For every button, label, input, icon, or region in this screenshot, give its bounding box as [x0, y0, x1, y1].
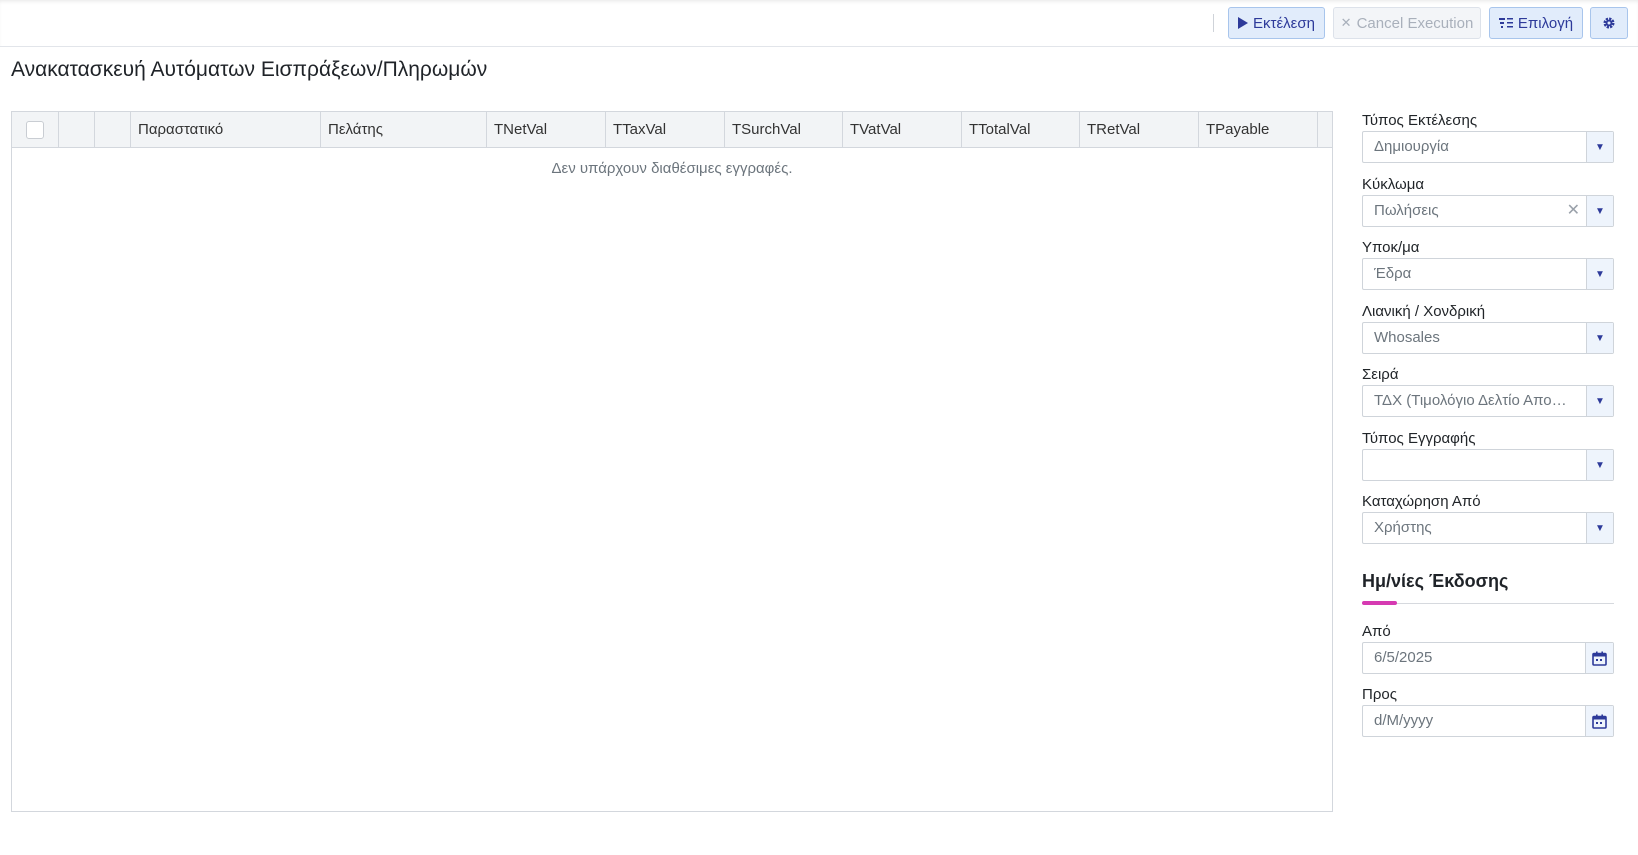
branch-value: Έδρα	[1374, 265, 1412, 282]
execution-type-value: Δημιουργία	[1374, 138, 1449, 155]
registered-by-value: Χρήστης	[1374, 519, 1432, 536]
from-date-value: 6/5/2025	[1374, 649, 1433, 666]
to-date-input[interactable]: d/M/yyyy	[1362, 705, 1614, 737]
retail-wholesale-value: Whosales	[1374, 329, 1440, 346]
series-value: ΤΔΧ (Τιμολόγιο Δελτίο Αποστολής Χονδρική…	[1374, 392, 1574, 409]
retail-wholesale-label: Λιανική / Χονδρική	[1362, 303, 1486, 320]
select-button-label: Επιλογή	[1517, 14, 1574, 32]
series-select[interactable]: ΤΔΧ (Τιμολόγιο Δελτίο Αποστολής Χονδρική…	[1362, 385, 1614, 417]
execute-button-label: Εκτέλεση	[1253, 14, 1315, 32]
caret-down-icon[interactable]: ▼	[1586, 196, 1613, 226]
column-header-customer[interactable]: Πελάτης	[321, 112, 487, 147]
cancel-execution-button[interactable]: ✕ Cancel Execution	[1333, 7, 1481, 39]
column-header-tretval[interactable]: TRetVal	[1080, 112, 1199, 147]
select-all-cell	[12, 112, 59, 147]
branch-label: Υποκ/μα	[1362, 239, 1420, 256]
circuit-select[interactable]: Πωλήσεις ✕ ▼	[1362, 195, 1614, 227]
cancel-execution-label: Cancel Execution	[1356, 14, 1474, 32]
clear-icon[interactable]: ✕	[1567, 196, 1580, 226]
grid-header-blank-2	[95, 112, 131, 147]
to-date-label: Προς	[1362, 686, 1397, 703]
entry-type-select[interactable]: ▼	[1362, 449, 1614, 481]
filter-list-icon	[1498, 17, 1513, 29]
select-button[interactable]: Επιλογή	[1489, 7, 1583, 39]
caret-down-icon[interactable]: ▼	[1586, 386, 1613, 416]
data-grid: Παραστατικό Πελάτης TNetVal TTaxVal TSur…	[11, 111, 1333, 812]
to-date-placeholder: d/M/yyyy	[1374, 712, 1434, 729]
execute-button[interactable]: Εκτέλεση	[1228, 7, 1325, 39]
column-header-tsurchval[interactable]: TSurchVal	[725, 112, 843, 147]
execution-type-label: Τύπος Εκτέλεσης	[1362, 112, 1478, 129]
column-header-ttaxval[interactable]: TTaxVal	[606, 112, 725, 147]
column-header-tpayable[interactable]: TPayable	[1199, 112, 1318, 147]
caret-down-icon[interactable]: ▼	[1586, 259, 1613, 289]
circuit-label: Κύκλωμα	[1362, 176, 1425, 193]
from-date-input[interactable]: 6/5/2025	[1362, 642, 1614, 674]
branch-select[interactable]: Έδρα ▼	[1362, 258, 1614, 290]
from-date-label: Από	[1362, 623, 1391, 640]
grid-header: Παραστατικό Πελάτης TNetVal TTaxVal TSur…	[12, 112, 1332, 148]
column-header-ttotalval[interactable]: TTotalVal	[962, 112, 1080, 147]
caret-down-icon[interactable]: ▼	[1586, 132, 1613, 162]
caret-down-icon[interactable]: ▼	[1586, 450, 1613, 480]
series-label: Σειρά	[1362, 366, 1399, 383]
retail-wholesale-select[interactable]: Whosales ▼	[1362, 322, 1614, 354]
circuit-value: Πωλήσεις	[1374, 202, 1439, 219]
section-divider	[1362, 603, 1614, 604]
column-header-tvatval[interactable]: TVatVal	[843, 112, 962, 147]
section-accent-bar	[1362, 601, 1397, 605]
calendar-icon[interactable]	[1585, 706, 1613, 736]
grid-header-blank-1	[59, 112, 95, 147]
entry-type-label: Τύπος Εγγραφής	[1362, 430, 1476, 447]
caret-down-icon[interactable]: ▼	[1586, 323, 1613, 353]
play-icon	[1238, 17, 1249, 29]
toolbar-separator	[1213, 14, 1214, 32]
issue-dates-title: Ημ/νίες Έκδοσης	[1362, 571, 1509, 591]
page-title: Ανακατασκευή Αυτόματων Εισπράξεων/Πληρωμ…	[11, 58, 488, 81]
caret-down-icon[interactable]: ▼	[1586, 513, 1613, 543]
gear-icon	[1602, 16, 1616, 30]
settings-button[interactable]	[1590, 7, 1628, 39]
column-header-tnetval[interactable]: TNetVal	[487, 112, 606, 147]
close-icon: ✕	[1340, 15, 1352, 30]
registered-by-select[interactable]: Χρήστης ▼	[1362, 512, 1614, 544]
grid-empty-message: Δεν υπάρχουν διαθέσιμες εγγραφές.	[551, 160, 793, 177]
calendar-icon[interactable]	[1585, 643, 1613, 673]
select-all-checkbox[interactable]	[26, 121, 44, 139]
top-toolbar: Εκτέλεση ✕ Cancel Execution Επιλογή	[0, 0, 1638, 47]
execution-type-select[interactable]: Δημιουργία ▼	[1362, 131, 1614, 163]
column-header-document[interactable]: Παραστατικό	[131, 112, 321, 147]
registered-by-label: Καταχώρηση Από	[1362, 493, 1481, 510]
